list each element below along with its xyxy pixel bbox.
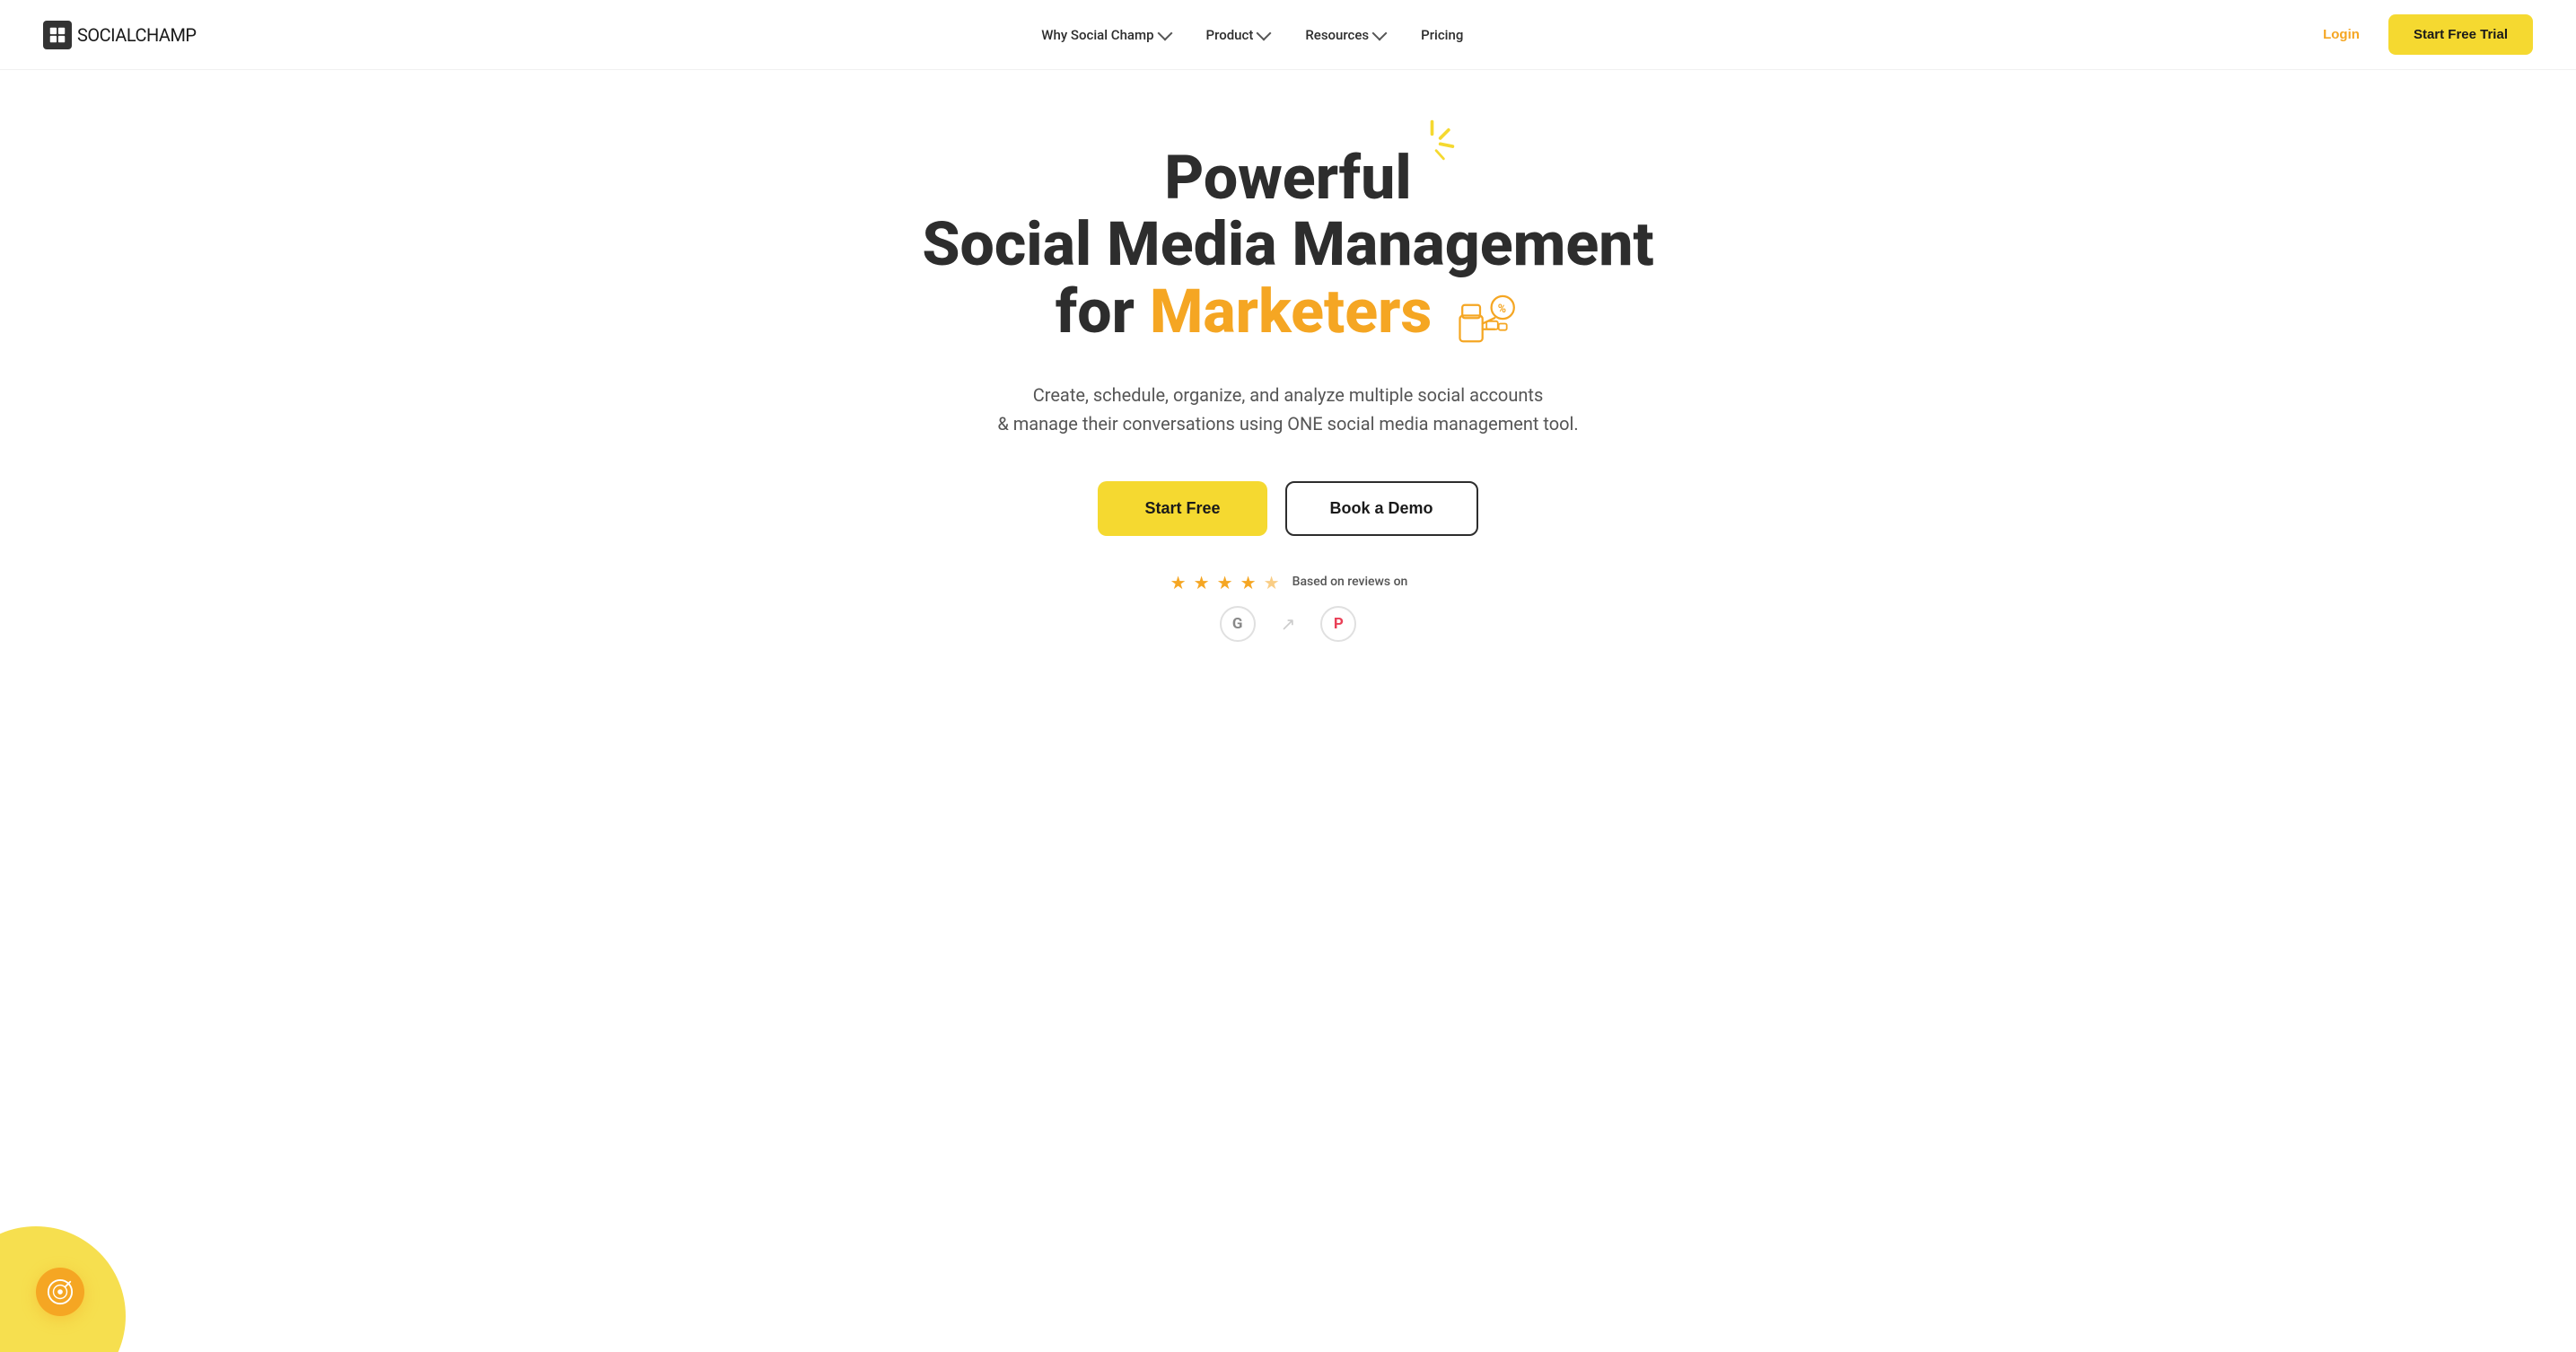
chevron-down-icon-3 [1372,26,1388,41]
star-half: ★ [1262,572,1282,592]
nav-link-product[interactable]: Product [1192,20,1284,50]
nav-label-resources: Resources [1305,27,1369,43]
subtitle-line2: & manage their conversations using ONE s… [997,413,1578,435]
marketer-illustration-icon: % [1456,287,1520,352]
nav-label-product: Product [1206,27,1254,43]
title-social-media-management: Social Media Management [922,208,1653,280]
title-powerful: Powerful [1164,142,1412,214]
nav-label-pricing: Pricing [1421,27,1463,43]
nav-item-pricing: Pricing [1406,20,1477,50]
powerful-word: Powerful [1164,145,1412,212]
review-text: Based on reviews on [1292,575,1408,589]
hero-title: Powerful Social Media Management for Mar… [922,145,1653,353]
title-for: for [1056,276,1150,347]
review-platforms: G ↗ P [1220,606,1357,642]
star-4: ★ [1239,572,1258,592]
start-trial-button[interactable]: Start Free Trial [2388,14,2533,55]
svg-text:%: % [1498,303,1506,316]
nav-link-why[interactable]: Why Social Champ [1027,20,1184,50]
nav-link-resources[interactable]: Resources [1291,20,1399,50]
chevron-down-icon [1157,26,1172,41]
review-row: ★ ★ ★ ★ ★ Based on reviews on [1169,572,1408,592]
nav-link-pricing[interactable]: Pricing [1406,20,1477,50]
logo-brand-bold: SOCIAL [77,24,135,46]
navbar: SOCIALCHAMP Why Social Champ Product Res… [0,0,2576,70]
nav-item-resources: Resources [1291,20,1399,50]
spark-decoration-icon [1407,118,1457,167]
logo-brand-light: CHAMP [135,24,196,46]
subtitle-line1: Create, schedule, organize, and analyze … [1033,384,1544,406]
book-demo-button[interactable]: Book a Demo [1285,481,1478,536]
nav-label-why: Why Social Champ [1041,27,1153,43]
hero-section: Powerful Social Media Management for Mar… [0,70,2576,698]
login-button[interactable]: Login [2309,20,2374,49]
nav-menu: Why Social Champ Product Resources Prici… [1027,20,1477,50]
star-2: ★ [1192,572,1212,592]
nav-item-product: Product [1192,20,1284,50]
logo-link[interactable]: SOCIALCHAMP [43,21,197,49]
chevron-down-icon-2 [1257,26,1272,41]
nav-item-why: Why Social Champ [1027,20,1184,50]
start-free-button[interactable]: Start Free [1098,481,1266,536]
star-3: ★ [1215,572,1235,592]
platform-arrow-icon: ↗ [1281,613,1296,635]
star-1: ★ [1169,572,1188,592]
title-marketers: Marketers [1150,276,1432,347]
hero-subtitle: Create, schedule, organize, and analyze … [997,381,1578,438]
hero-buttons: Start Free Book a Demo [1098,481,1477,536]
logo-icon [43,21,72,49]
navbar-actions: Login Start Free Trial [2309,14,2533,55]
google-review-icon: G [1220,606,1256,642]
star-rating: ★ ★ ★ ★ ★ [1169,572,1282,592]
producthunt-review-icon: P [1320,606,1356,642]
chat-widget-button[interactable] [36,1268,84,1316]
logo-text: SOCIALCHAMP [77,24,197,46]
